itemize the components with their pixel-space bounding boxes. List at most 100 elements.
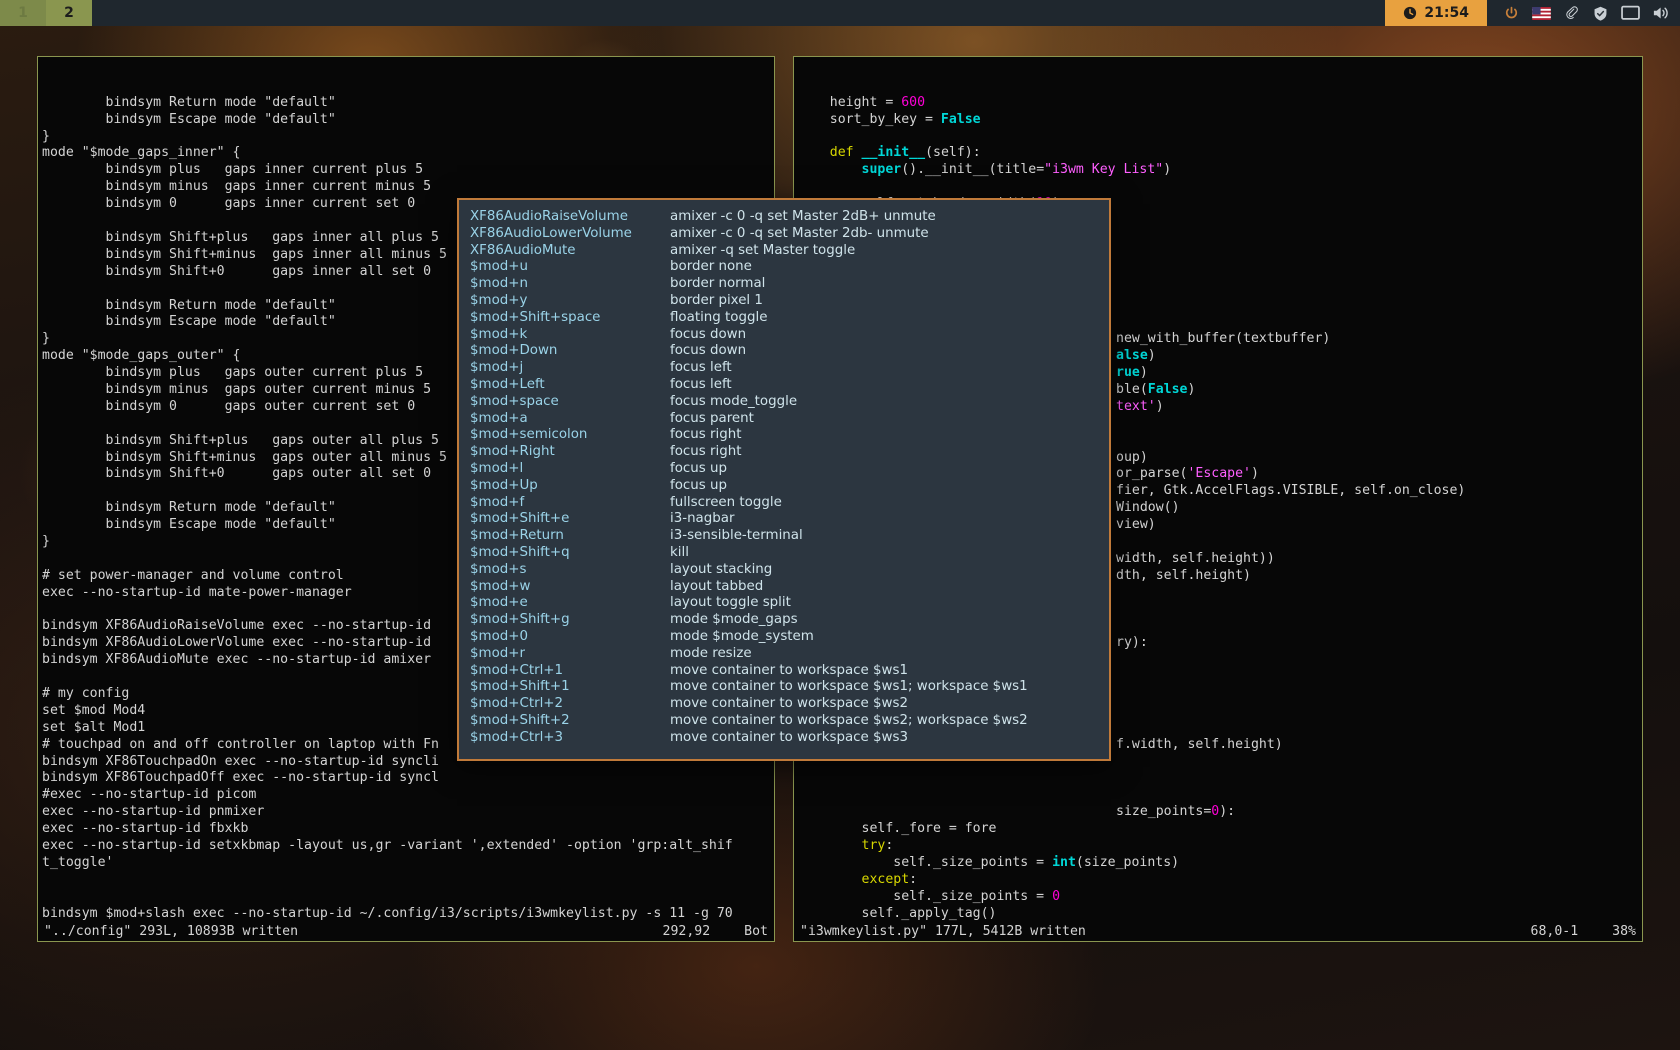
clipboard-icon[interactable] (1563, 5, 1580, 22)
code-token: False (1147, 381, 1188, 397)
code-token: Window() (1116, 500, 1180, 516)
keylist-row: $mod+a focus parent (470, 411, 1109, 428)
statusline-position-right: 68,0-1 (1530, 924, 1579, 939)
code-token: try (861, 838, 886, 853)
statusline-position-left: 292,92 (662, 924, 711, 939)
code-line: try: (798, 838, 1642, 855)
keylist-row: $mod+Right focus right (470, 444, 1109, 461)
keylist-row: $mod+Shift+1 move container to workspace … (470, 679, 1109, 696)
keylist-row: $mod+e layout toggle split (470, 595, 1109, 612)
keylist-command: focus left (670, 360, 732, 376)
code-token: ) (1139, 365, 1148, 381)
keylist-row: XF86AudioMute amixer -q set Master toggle (470, 243, 1109, 260)
code-token: view) (1116, 517, 1156, 533)
keylist-keybinding: $mod+j (470, 360, 524, 376)
code-line: mode "$mode_gaps_inner" { (42, 145, 241, 161)
code-token: oup) (1116, 449, 1148, 465)
code-token: (size_points) (1075, 854, 1180, 870)
code-line: #exec --no-startup-id picom (42, 787, 257, 803)
code-line: bindsym minus gaps inner current minus 5 (42, 179, 432, 195)
keylist-keybinding: $mod+Ctrl+3 (470, 729, 564, 745)
keylist-row: $mod+Left focus left (470, 377, 1109, 394)
keylist-command: layout tabbed (670, 578, 764, 594)
statusline-percent-left: Bot (744, 924, 768, 939)
display-icon[interactable] (1621, 5, 1640, 21)
code-token: width, self.height)) (1116, 550, 1275, 566)
code-line: size_points=0): (798, 804, 1642, 821)
i3wm-key-list-window[interactable]: XF86AudioRaiseVolume amixer -c 0 -q set M… (457, 198, 1111, 761)
code-token: ry): (1116, 635, 1148, 651)
keylist-command: focus left (670, 376, 732, 392)
workspace-button-2[interactable]: 2 (46, 0, 92, 26)
code-token: ) (1251, 466, 1259, 482)
code-token: except (861, 871, 910, 887)
keylist-command: amixer -q set Master toggle (670, 242, 856, 258)
keylist-command: border none (670, 259, 752, 275)
keylist-row: $mod+k focus down (470, 327, 1109, 344)
volume-icon[interactable] (1652, 5, 1670, 21)
keylist-keybinding: $mod+Shift+g (470, 612, 570, 628)
code-token: self._apply_tag() (798, 905, 997, 921)
keylist-keybinding: $mod+f (470, 494, 525, 510)
keylist-command: focus up (670, 460, 727, 476)
code-line: height = 600 (798, 95, 1642, 112)
code-token: 600 (901, 94, 926, 110)
keylist-row: $mod+y border pixel 1 (470, 293, 1109, 310)
keylist-command: fullscreen toggle (670, 494, 782, 510)
keylist-keybinding: XF86AudioLowerVolume (470, 225, 632, 241)
workspace-list[interactable]: 12 (0, 0, 92, 26)
code-line: exec --no-startup-id fbxkb (42, 821, 249, 837)
keylist-command: mode $mode_system (670, 628, 814, 644)
us-flag-icon[interactable] (1532, 6, 1551, 20)
keylist-keybinding: $mod+Ctrl+1 (470, 662, 564, 678)
keylist-titlebar (459, 200, 1109, 207)
keylist-command: kill (670, 544, 689, 560)
keylist-command: focus right (670, 444, 742, 460)
keylist-command: amixer -c 0 -q set Master 2dB+ unmute (670, 209, 936, 224)
shield-icon[interactable] (1592, 5, 1609, 22)
code-token: ): (1219, 804, 1236, 820)
keylist-row: $mod+Shift+2 move container to workspace … (470, 713, 1109, 730)
clock-block[interactable]: 21:54 (1385, 0, 1487, 26)
code-line: exec --no-startup-id pnmixer (42, 804, 265, 820)
keylist-keybinding: $mod+Down (470, 343, 558, 359)
workspace-button-1[interactable]: 1 (0, 0, 46, 26)
code-token: size_points= (1116, 804, 1212, 820)
keylist-keybinding: $mod+u (470, 259, 528, 275)
statusline-file-right: "i3wmkeylist.py" 177L, 5412B written (800, 924, 1086, 939)
keylist-rows: XF86AudioRaiseVolume amixer -c 0 -q set M… (459, 207, 1109, 747)
keylist-command: move container to workspace $ws3 (670, 729, 908, 745)
keylist-command: move container to workspace $ws2; worksp… (670, 712, 1028, 728)
bar-spacer (92, 0, 1385, 26)
keylist-keybinding: $mod+Shift+1 (470, 679, 570, 695)
power-icon[interactable] (1503, 5, 1520, 22)
keylist-row: $mod+Shift+space floating toggle (470, 310, 1109, 327)
keylist-command: focus parent (670, 410, 754, 426)
keylist-keybinding: $mod+Shift+q (470, 544, 570, 560)
keylist-row: $mod+Return i3-sensible-terminal (470, 528, 1109, 545)
code-line: t_toggle' (42, 854, 114, 870)
code-token: "i3wm Key List" (1044, 162, 1164, 178)
keylist-command: move container to workspace $ws2 (670, 696, 908, 712)
code-token: ) (1155, 398, 1164, 414)
code-token: alse (1116, 348, 1148, 364)
keylist-row: $mod+r mode resize (470, 646, 1109, 663)
keylist-command: i3-nagbar (670, 511, 735, 527)
keylist-keybinding: $mod+y (470, 292, 528, 308)
system-tray[interactable] (1487, 0, 1680, 26)
code-token: ().__init__(title= (901, 162, 1045, 178)
code-token: text' (1116, 398, 1156, 414)
keylist-row: XF86AudioRaiseVolume amixer -c 0 -q set M… (470, 209, 1109, 226)
keylist-command: move container to workspace $ws1 (670, 662, 908, 678)
keylist-row: $mod+Shift+g mode $mode_gaps (470, 612, 1109, 629)
code-line: except: (798, 872, 1642, 889)
code-line: exec --no-startup-id setxkbmap -layout u… (42, 838, 733, 853)
keylist-command: layout stacking (670, 561, 773, 577)
